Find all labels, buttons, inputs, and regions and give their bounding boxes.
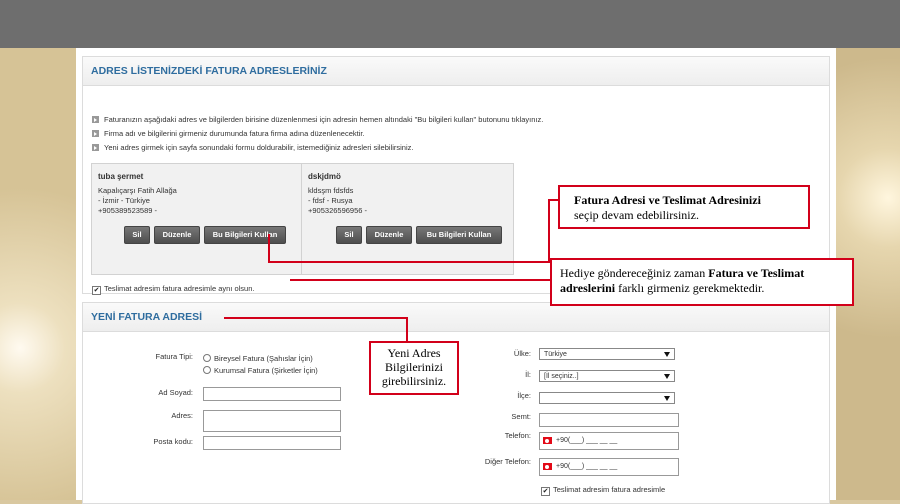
radio-button[interactable] bbox=[203, 354, 211, 362]
callout-connector bbox=[406, 317, 408, 343]
edit-button[interactable]: Düzenle bbox=[154, 226, 200, 244]
arrow-bullet-icon bbox=[92, 116, 99, 123]
turkey-flag-icon bbox=[543, 463, 552, 470]
callout-connector bbox=[268, 234, 270, 263]
callout-connector bbox=[290, 279, 550, 281]
callout-connector bbox=[268, 261, 550, 263]
district-select[interactable] bbox=[539, 392, 675, 404]
address-line: +905389523589 - bbox=[98, 206, 158, 215]
address-line: +905326596956 - bbox=[308, 206, 368, 215]
callout-gift-address: Hediye göndereceğiniz zaman Fatura ve Te… bbox=[550, 258, 854, 306]
delete-button[interactable]: Sil bbox=[124, 226, 150, 244]
billing-addresses-title: ADRES LİSTENİZDEKİ FATURA ADRESLERİNİZ bbox=[83, 57, 829, 86]
other-phone-input[interactable]: +90(___) ___ __ __ bbox=[539, 458, 679, 476]
address-line: - fdsf - Rusya bbox=[308, 196, 353, 205]
country-select[interactable]: Türkiye bbox=[539, 348, 675, 360]
same-address-option[interactable]: ✔ Teslimat adresim fatura adresimle aynı … bbox=[92, 284, 254, 295]
address-card-name: dskjdmö bbox=[308, 172, 341, 181]
name-label: Ad Soyad: bbox=[158, 388, 193, 397]
callout-connector bbox=[224, 317, 408, 319]
postal-code-input[interactable] bbox=[203, 436, 341, 450]
same-address-option[interactable]: ✔ Teslimat adresim fatura adresimle bbox=[541, 485, 665, 496]
arrow-bullet-icon bbox=[92, 144, 99, 151]
country-label: Ülke: bbox=[513, 349, 531, 358]
invoice-type-corporate[interactable]: Kurumsal Fatura (Şirketler İçin) bbox=[203, 366, 318, 375]
background-left bbox=[0, 48, 76, 500]
address-line: - İzmir - Türkiye bbox=[98, 196, 150, 205]
address-label: Adres: bbox=[171, 411, 193, 420]
city-select[interactable]: [İl seçiniz..] bbox=[539, 370, 675, 382]
radio-button[interactable] bbox=[203, 366, 211, 374]
address-card: dskjdmö kldsşm fdsfds - fdsf - Rusya +90… bbox=[301, 163, 514, 275]
invoice-type-label: Fatura Tipi: bbox=[155, 352, 193, 361]
same-address-checkbox[interactable]: ✔ bbox=[541, 487, 550, 496]
name-input[interactable] bbox=[203, 387, 341, 401]
use-this-address-button[interactable]: Bu Bilgileri Kullan bbox=[416, 226, 502, 244]
dropdown-arrow-icon bbox=[664, 352, 670, 357]
same-address-checkbox[interactable]: ✔ bbox=[92, 286, 101, 295]
arrow-bullet-icon bbox=[92, 130, 99, 137]
edit-button[interactable]: Düzenle bbox=[366, 226, 412, 244]
address-card-name: tuba şermet bbox=[98, 172, 144, 181]
semt-input[interactable] bbox=[539, 413, 679, 427]
dropdown-arrow-icon bbox=[664, 374, 670, 379]
phone-input[interactable]: +90(___) ___ __ __ bbox=[539, 432, 679, 450]
new-billing-address-panel: YENİ FATURA ADRESİ Fatura Tipi: Bireysel… bbox=[82, 302, 830, 504]
dropdown-arrow-icon bbox=[664, 396, 670, 401]
info-note: Faturanızın aşağıdaki adres ve bilgilerd… bbox=[92, 115, 543, 124]
new-billing-address-title: YENİ FATURA ADRESİ bbox=[83, 303, 829, 332]
info-note: Yeni adres girmek için sayfa sonundaki f… bbox=[92, 143, 413, 152]
city-label: İl: bbox=[525, 370, 531, 379]
invoice-type-individual[interactable]: Bireysel Fatura (Şahıslar İçin) bbox=[203, 354, 313, 363]
phone-label: Telefon: bbox=[504, 431, 531, 440]
semt-label: Semt: bbox=[511, 412, 531, 421]
callout-new-address: Yeni Adres Bilgilerinizi girebilirsiniz. bbox=[369, 341, 459, 395]
info-note: Firma adı ve bilgilerini girmeniz durumu… bbox=[92, 129, 365, 138]
other-phone-label: Diğer Telefon: bbox=[484, 457, 531, 466]
district-label: İlçe: bbox=[517, 391, 531, 400]
address-card: tuba şermet Kapalıçarşı Fatih Allağa - İ… bbox=[91, 163, 304, 275]
address-line: Kapalıçarşı Fatih Allağa bbox=[98, 186, 177, 195]
use-this-address-button[interactable]: Bu Bilgileri Kullan bbox=[204, 226, 286, 244]
delete-button[interactable]: Sil bbox=[336, 226, 362, 244]
address-line: kldsşm fdsfds bbox=[308, 186, 354, 195]
turkey-flag-icon bbox=[543, 437, 552, 444]
callout-select-address: Fatura Adresi ve Teslimat Adresinizi seç… bbox=[558, 185, 810, 229]
postal-code-label: Posta kodu: bbox=[153, 437, 193, 446]
callout-connector bbox=[548, 199, 550, 263]
top-bar bbox=[0, 0, 900, 48]
address-textarea[interactable] bbox=[203, 410, 341, 432]
